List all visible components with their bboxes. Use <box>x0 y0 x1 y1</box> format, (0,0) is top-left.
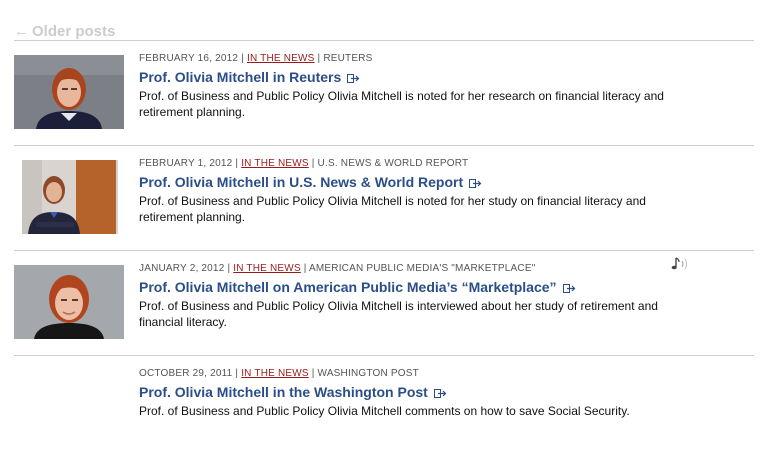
post-title: Prof. Olivia Mitchell in Reuters <box>139 69 342 85</box>
post-meta: FEBRUARY 16, 2012 | IN THE NEWS | REUTER… <box>139 53 373 64</box>
post-category-link[interactable]: IN THE NEWS <box>233 263 301 274</box>
post-title: Prof. Olivia Mitchell in the Washington … <box>139 384 428 400</box>
post-description: Prof. of Business and Public Policy Oliv… <box>139 404 630 418</box>
post-date: FEBRUARY 16, 2012 <box>139 53 239 64</box>
post-meta: JANUARY 2, 2012 | IN THE NEWS | AMERICAN… <box>139 263 536 274</box>
post-category-link[interactable]: IN THE NEWS <box>241 368 309 379</box>
post-source: WASHINGTON POST <box>317 368 419 379</box>
post-meta: OCTOBER 29, 2011 | IN THE NEWS | WASHING… <box>139 368 419 379</box>
post-date: FEBRUARY 1, 2012 <box>139 158 233 169</box>
post-category-link[interactable]: IN THE NEWS <box>247 53 315 64</box>
older-posts-link[interactable]: ← Older posts <box>14 23 115 40</box>
post-description: Prof. of Business and Public Policy Oliv… <box>139 194 646 224</box>
post-description: Prof. of Business and Public Policy Oliv… <box>139 89 664 119</box>
external-link-icon <box>562 280 576 297</box>
post-thumbnail[interactable] <box>14 160 124 234</box>
post-item: JANUARY 2, 2012 | IN THE NEWS | AMERICAN… <box>14 251 754 356</box>
post-title: Prof. Olivia Mitchell in U.S. News & Wor… <box>139 174 464 190</box>
post-source: U.S. NEWS & WORLD REPORT <box>317 158 469 169</box>
external-link-icon <box>433 385 447 402</box>
post-date: OCTOBER 29, 2011 <box>139 368 233 379</box>
post-title-link[interactable]: Prof. Olivia Mitchell in the Washington … <box>139 384 447 402</box>
arrow-left-icon: ← <box>14 23 29 40</box>
post-title-link[interactable]: Prof. Olivia Mitchell in U.S. News & Wor… <box>139 174 482 192</box>
post-source: REUTERS <box>323 53 373 64</box>
external-link-icon <box>347 70 360 87</box>
post-date: JANUARY 2, 2012 <box>139 263 225 274</box>
post-item: FEBRUARY 1, 2012 | IN THE NEWS | U.S. NE… <box>14 146 754 251</box>
post-item: OCTOBER 29, 2011 | IN THE NEWS | WASHING… <box>14 356 754 460</box>
audio-icon[interactable] <box>671 257 691 276</box>
post-meta: FEBRUARY 1, 2012 | IN THE NEWS | U.S. NE… <box>139 158 469 169</box>
post-thumbnail[interactable] <box>14 265 124 339</box>
older-posts-label: Older posts <box>32 23 116 40</box>
post-title-link[interactable]: Prof. Olivia Mitchell on American Public… <box>139 279 576 297</box>
post-item: FEBRUARY 16, 2012 | IN THE NEWS | REUTER… <box>14 41 754 146</box>
post-category-link[interactable]: IN THE NEWS <box>241 158 309 169</box>
post-thumbnail[interactable] <box>14 55 124 129</box>
external-link-icon <box>469 175 482 192</box>
post-title: Prof. Olivia Mitchell on American Public… <box>139 279 557 295</box>
post-source: AMERICAN PUBLIC MEDIA'S "MARKETPLACE" <box>309 263 536 274</box>
post-title-link[interactable]: Prof. Olivia Mitchell in Reuters <box>139 69 360 87</box>
post-description: Prof. of Business and Public Policy Oliv… <box>139 299 658 329</box>
